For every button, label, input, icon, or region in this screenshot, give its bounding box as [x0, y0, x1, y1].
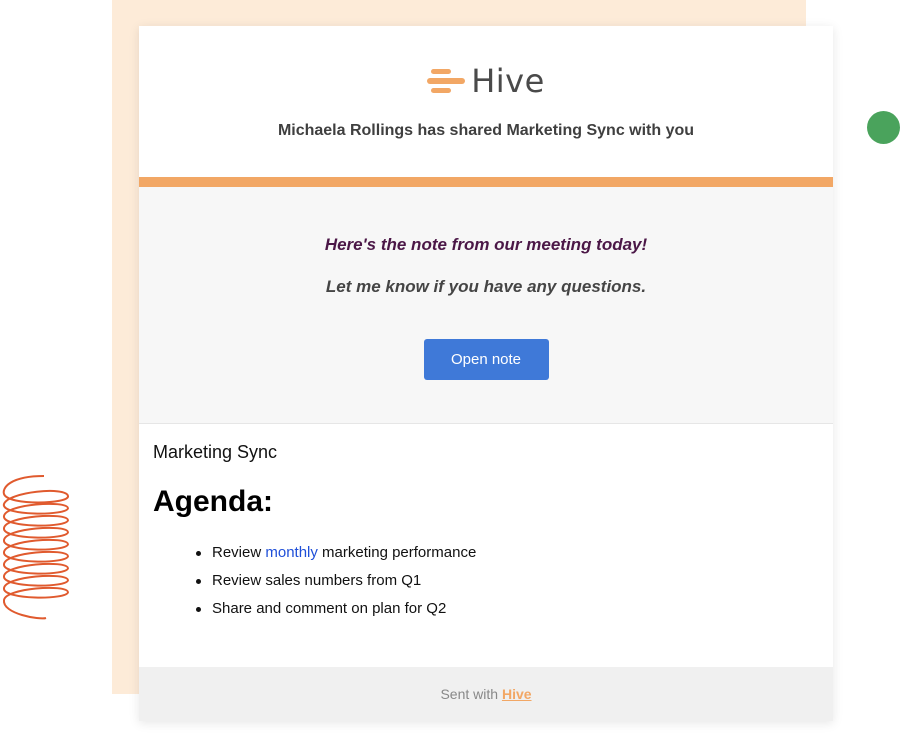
footer-prefix: Sent with [440, 686, 502, 702]
green-dot-decoration [867, 111, 900, 144]
agenda-heading: Agenda: [153, 485, 273, 518]
list-item-text: Review sales numbers from Q1 [212, 572, 422, 589]
hive-logo-icon [427, 69, 466, 93]
footer-hive-link[interactable]: Hive [502, 686, 532, 702]
list-item: Share and comment on plan for Q2 [196, 595, 819, 623]
note-preview: Marketing Sync Agenda: Review monthly ma… [139, 424, 833, 666]
list-item: Review monthly marketing performance [196, 539, 819, 567]
list-item: Review sales numbers from Q1 [196, 567, 819, 595]
document-title: Marketing Sync [153, 442, 278, 462]
list-item-text: Share and comment on plan for Q2 [212, 600, 447, 617]
email-header: Hive Michaela Rollings has shared Market… [139, 26, 833, 177]
note-message-line1: Here's the note from our meeting today! [324, 235, 648, 254]
hive-logo: Hive [139, 26, 833, 100]
email-card: Hive Michaela Rollings has shared Market… [139, 26, 833, 721]
agenda-list: Review monthly marketing performance Rev… [153, 539, 819, 623]
list-item-text: marketing performance [317, 544, 477, 561]
open-note-button[interactable]: Open note [423, 339, 549, 380]
email-footer: Sent with Hive [139, 667, 833, 721]
note-section: Here's the note from our meeting today! … [139, 187, 833, 424]
list-item-text: Review [212, 544, 266, 561]
spring-coil-icon [2, 475, 70, 620]
share-message: Michaela Rollings has shared Marketing S… [277, 122, 695, 139]
accent-divider [139, 177, 833, 187]
brand-name: Hive [471, 62, 545, 100]
note-message-line2: Let me know if you have any questions. [325, 277, 647, 296]
monthly-link[interactable]: monthly [265, 544, 318, 561]
